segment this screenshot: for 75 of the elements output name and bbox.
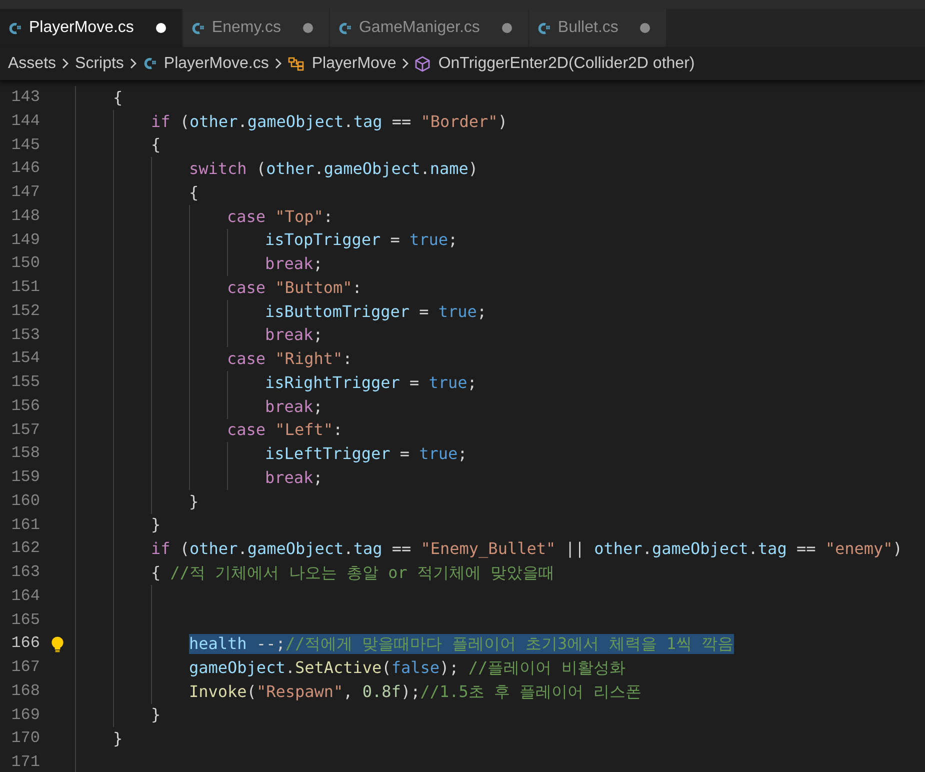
line-number: 166 [10,633,40,654]
breadcrumb-item[interactable]: OnTriggerEnter2D(Collider2D other) [438,54,695,72]
code-line: break; [265,254,323,274]
line-number: 148 [10,206,40,227]
line-number: 143 [10,87,40,108]
breadcrumb-item[interactable]: Assets [8,54,56,72]
code-line: } [151,515,161,536]
line-number: 153 [10,324,40,346]
code-line: { [113,88,123,108]
line-number: 145 [10,134,40,156]
editor-tab[interactable]: GameManiger.cs [330,9,529,47]
code-line: } [151,705,161,726]
line-number: 160 [10,490,40,512]
line-number: 159 [10,467,40,488]
line-number: 168 [10,680,40,702]
line-number: 169 [10,704,40,726]
code-line: isTopTrigger = true; [265,230,458,250]
line-number: 154 [10,348,40,370]
line-number: 165 [10,610,40,630]
line-number: 150 [10,253,40,274]
code-line: break; [265,325,323,346]
breadcrumb-item[interactable]: Scripts [75,54,124,72]
code-line: { //적 기체에서 나오는 총알 or 적기체에 맞았을때 [151,562,555,583]
editor-tab[interactable]: Enemy.cs [182,9,330,47]
chevron-right-icon [62,58,70,69]
code-line: case "Buttom": [227,278,362,298]
class-icon [288,56,304,70]
code-line: } [113,729,123,750]
code-line: { [151,135,161,156]
line-number: 147 [10,182,40,203]
code-line: Invoke("Respawn", 0.8f);//1.5초 후 플레이어 리스폰 [189,682,642,702]
line-number: 156 [10,396,40,417]
line-number: 144 [10,110,40,132]
csharp-file-icon [8,22,21,34]
line-number: 158 [10,443,40,464]
line-number: 170 [10,728,40,750]
code-line: case "Right": [227,349,352,370]
line-number: 162 [10,538,40,560]
line-number: 151 [10,277,40,298]
chevron-right-icon [402,58,410,69]
line-number: 163 [10,562,40,583]
code-line: isRightTrigger = true; [265,372,477,393]
code-line: switch (other.gameObject.name) [189,159,478,180]
line-number: 146 [10,158,40,180]
breadcrumb-item[interactable]: PlayerMove.cs [164,54,269,72]
chevron-right-icon [274,58,282,69]
code-line: } [189,492,199,512]
code-line: case "Left": [227,420,343,440]
line-number: 152 [10,300,40,322]
line-number: 171 [10,752,40,772]
line-number: 161 [10,514,40,536]
lightbulb-icon[interactable] [51,636,64,653]
csharp-file-icon [142,57,156,70]
code-line: gameObject.SetActive(false); //플레이어 비활성화 [189,658,626,678]
editor-tab[interactable]: PlayerMove.cs [0,9,183,47]
code-line: isButtomTrigger = true; [265,302,487,322]
csharp-file-icon [536,22,550,34]
code-line: if (other.gameObject.tag == "Enemy_Bullet" || other.gameObject.tag == "enemy") [151,539,902,560]
code-line: if (other.gameObject.tag == "Border") [151,112,508,132]
breadcrumb-item[interactable]: PlayerMove [312,54,396,72]
code-line: case "Top": [227,206,333,227]
line-number: 155 [10,372,40,393]
line-number: 167 [10,657,40,678]
csharp-file-icon [338,22,351,34]
code-line: { [189,182,199,203]
line-number: 149 [10,230,40,250]
code-line: isLeftTrigger = true; [265,444,468,464]
editor-tab[interactable]: Bullet.cs [528,9,668,47]
code-line: break; [265,396,323,417]
chevron-right-icon [130,58,137,69]
cube-icon [415,56,430,72]
code-line: break; [265,468,323,488]
csharp-file-icon [190,22,204,34]
line-number: 157 [10,420,40,440]
line-number: 164 [10,586,40,607]
